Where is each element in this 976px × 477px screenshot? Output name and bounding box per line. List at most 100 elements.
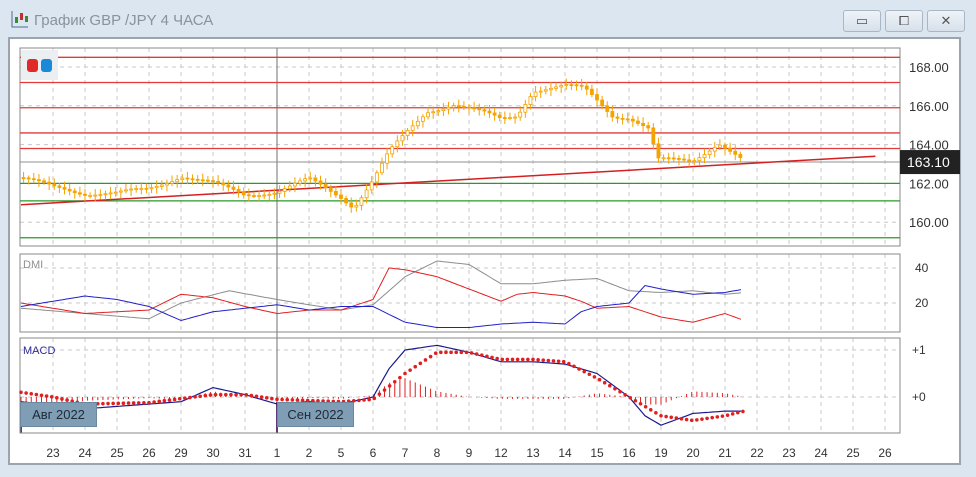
date-tick-label: 13 <box>526 446 540 460</box>
candle-body <box>630 118 635 122</box>
candle-body <box>380 162 384 174</box>
candle-body <box>523 104 528 113</box>
candle-body <box>554 86 558 89</box>
candle-body <box>549 87 553 91</box>
candle-body <box>646 125 651 129</box>
candle-body <box>293 182 297 187</box>
macd-signal-dot <box>55 396 59 400</box>
candle-body <box>666 157 671 160</box>
candle-body <box>410 125 415 131</box>
macd-signal-dot <box>526 357 530 362</box>
price-tick-label: 166.00 <box>909 99 949 114</box>
macd-signal-dot <box>689 418 694 423</box>
candle-body <box>712 146 717 152</box>
candle-body <box>211 180 215 183</box>
macd-signal-dot <box>44 394 49 398</box>
macd-signal-dot <box>198 394 202 399</box>
candle-body <box>385 153 389 164</box>
candle-body <box>185 177 190 180</box>
candle-body <box>497 114 502 119</box>
candle-body <box>723 144 727 149</box>
macd-signal-dot <box>142 400 146 405</box>
candle-body <box>697 157 702 162</box>
candle-body <box>175 179 180 183</box>
candle-body <box>682 158 686 161</box>
blue-series-swatch[interactable] <box>41 58 52 72</box>
candle-body <box>134 188 139 190</box>
candle-body <box>589 88 594 95</box>
macd-signal-dot <box>654 410 658 415</box>
macd-signal-dot <box>567 361 571 366</box>
macd-signal-dot <box>556 359 561 364</box>
macd-signal-dot <box>377 392 382 396</box>
candle-body <box>400 135 405 142</box>
macd-signal-dot <box>408 368 412 372</box>
macd-signal-dot <box>398 375 402 380</box>
macd-signal-dot <box>736 410 740 415</box>
macd-signal-dot <box>648 407 653 412</box>
macd-signal-dot <box>710 415 714 420</box>
macd-signal-dot <box>520 357 525 362</box>
candle-body <box>426 112 430 118</box>
macd-signal-dot <box>454 350 459 355</box>
candle-body <box>374 172 379 183</box>
candle-body <box>436 110 441 113</box>
macd-signal-dot <box>664 414 668 419</box>
macd-signal-dot <box>597 377 602 382</box>
date-tick-label: 8 <box>434 446 441 460</box>
macd-signal-dot <box>618 389 622 394</box>
candle-body <box>165 183 169 186</box>
price-panel <box>19 47 901 247</box>
macd-signal-dot <box>188 395 192 400</box>
candle-body <box>584 85 589 90</box>
macd-signal-dot <box>592 375 597 379</box>
current-price-label: 163.10 <box>907 154 950 170</box>
macd-signal-dot <box>136 401 141 405</box>
date-tick-label: 9 <box>466 446 473 460</box>
candle-body <box>67 188 72 192</box>
candle-body <box>47 181 52 185</box>
macd-signal-dot <box>19 390 23 395</box>
red-series-swatch[interactable] <box>27 58 38 72</box>
macd-signal-dot <box>106 401 110 406</box>
candle-body <box>318 180 323 185</box>
candle-body <box>154 186 159 189</box>
candle-body <box>508 117 512 119</box>
candle-body <box>359 197 364 206</box>
candle-body <box>738 153 743 158</box>
macd-signal-dot <box>500 357 505 362</box>
period-label-sep: Сен 2022 <box>277 402 354 427</box>
candle-body <box>405 130 410 136</box>
macd-signal-dot <box>234 392 238 397</box>
macd-signal-dot <box>239 392 243 397</box>
candle-body <box>477 108 482 111</box>
candle-body <box>231 186 236 190</box>
candle-body <box>492 112 497 116</box>
candle-body <box>26 177 31 180</box>
date-tick-label: 12 <box>494 446 508 460</box>
chart-canvas[interactable]: DMI MACD 168.00166.00164.00162.00160.001… <box>0 0 976 477</box>
macd-signal-dot <box>643 404 648 409</box>
macd-signal-dot <box>392 379 397 384</box>
candle-body <box>93 194 98 197</box>
candle-body <box>421 116 425 122</box>
macd-signal-dot <box>541 358 546 362</box>
candle-body <box>595 94 599 101</box>
macd-signal-dot <box>259 395 264 399</box>
candle-body <box>241 191 246 196</box>
candle-body <box>687 159 692 162</box>
macd-signal-dot <box>264 396 269 400</box>
macd-signal-dot <box>684 417 689 422</box>
macd-signal-dot <box>480 353 484 357</box>
macd-signal-dot <box>510 357 515 362</box>
candle-body <box>487 110 492 114</box>
macd-signal-dot <box>208 393 213 397</box>
candle-body <box>461 106 466 108</box>
macd-label: MACD <box>23 345 55 357</box>
macd-signal-dot <box>357 398 361 403</box>
candle-body <box>42 180 46 183</box>
macd-signal-dot <box>725 413 730 417</box>
macd-signal-dot <box>536 357 540 362</box>
candle-body <box>159 184 164 187</box>
candle-body <box>339 194 343 199</box>
